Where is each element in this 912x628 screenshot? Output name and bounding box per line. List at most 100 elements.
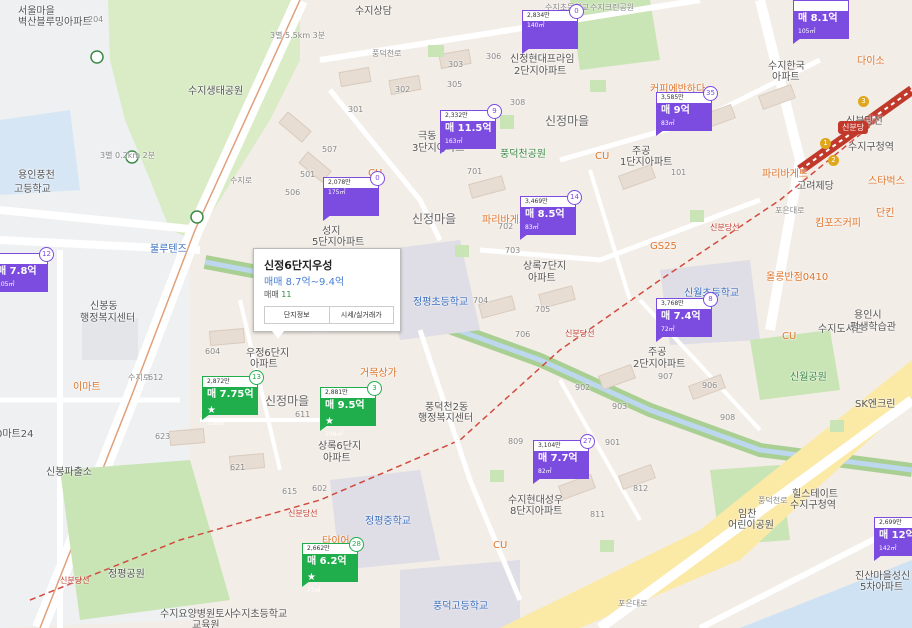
map-label: 거목상가 <box>360 368 397 379</box>
marker-price: 매 12억 <box>879 530 912 541</box>
map-label: 705 <box>535 305 551 314</box>
marker-area: 105㎡ <box>0 281 15 288</box>
map-label: 아파트 <box>528 273 556 284</box>
map-base-layer <box>0 0 912 628</box>
marker-body: 175㎡ <box>323 188 379 216</box>
marker-pointer <box>440 148 448 154</box>
map-label: 수지구청역 <box>790 500 836 511</box>
map-label: 교육원 <box>192 620 220 628</box>
emart-block <box>82 318 138 360</box>
map-label: 306 <box>486 52 502 61</box>
map-label: 스타벅스 <box>868 176 905 187</box>
marker-price: 매 9.5억 ★ <box>325 400 365 427</box>
price-history-button[interactable]: 시세/실거래가 <box>330 307 394 323</box>
map-canvas[interactable]: 서울마을 벽산블루밍아파트 204 수지상담 수지초등학교 수지크린공원 수지생태공원 3별 … <box>0 0 912 628</box>
marker-body: 매 9.5억 ★ 108㎡ <box>320 398 376 438</box>
map-label: 101 <box>671 168 687 177</box>
listing-marker[interactable]: 3,469만 매 8.5억 83㎡ 14 <box>520 190 582 240</box>
marker-unit-price: 2,699만 <box>874 517 912 528</box>
listing-marker[interactable]: 매 8.1억 105㎡ <box>793 0 849 44</box>
complex-info-button[interactable]: 단지정보 <box>265 307 330 323</box>
marker-body: 매 7.7억 82㎡ <box>533 451 589 479</box>
map-label: 301 <box>348 105 364 114</box>
station-exit-badge-1[interactable]: 1 <box>820 138 831 149</box>
marker-count-badge: 3 <box>367 381 382 396</box>
map-label: 0마트24 <box>0 429 34 440</box>
marker-count-badge: 14 <box>567 190 582 205</box>
map-label: 정평초등학교 <box>413 297 469 308</box>
map-label: 903 <box>612 402 628 411</box>
marker-price: 매 9억 <box>661 105 690 116</box>
map-label: CU <box>493 540 508 551</box>
marker-body: 매 8.5억 83㎡ <box>520 207 576 235</box>
map-label: 행정복지센터 <box>418 413 474 424</box>
marker-pointer <box>874 555 882 561</box>
listing-marker[interactable]: 2,699만 매 12억 142㎡ <box>874 517 912 561</box>
listing-marker[interactable]: 2,834만 140㎡ 0 <box>522 4 584 54</box>
marker-body: 매 8.1억 105㎡ <box>793 11 849 39</box>
marker-count-badge: 0 <box>370 171 385 186</box>
map-label: GS25 <box>650 241 677 252</box>
map-label: 604 <box>205 347 221 356</box>
listing-marker[interactable]: 2,881만 매 9.5억 ★ 108㎡ 3 <box>320 381 382 438</box>
map-label: 신월공원 <box>790 372 827 383</box>
map-label: 아파트 <box>250 359 278 370</box>
map-label: 신정마을 <box>265 394 310 408</box>
station-exit-badge-3[interactable]: 3 <box>858 96 869 107</box>
marker-pointer <box>323 215 331 221</box>
map-label: 정평공원 <box>108 569 145 580</box>
listing-marker[interactable]: 매 7.8억 105㎡ 12 <box>0 247 54 292</box>
marker-body: 140㎡ <box>522 21 578 49</box>
map-label: 704 <box>473 296 489 305</box>
map-label: 906 <box>702 381 718 390</box>
map-label: 평생학습관 <box>850 322 896 333</box>
popup-pointer-tail <box>272 331 284 339</box>
map-label: 3별 0.2km 2분 <box>100 151 156 160</box>
pungdeok-high-school-block <box>400 560 520 628</box>
listing-marker[interactable]: 2,332만 매 11.5억 163㎡ 9 <box>440 104 502 154</box>
map-label: 신분당선 <box>710 223 740 232</box>
map-label: 불루텐즈 <box>150 244 187 255</box>
marker-price: 매 7.8억 <box>0 266 37 277</box>
map-label: 706 <box>515 330 531 339</box>
map-label: 907 <box>658 372 674 381</box>
map-label: 611 <box>295 410 311 419</box>
listing-marker[interactable]: 3,768만 매 7.4억 72㎡ 8 <box>656 292 718 342</box>
listing-marker[interactable]: 3,104만 매 7.7억 82㎡ 27 <box>533 434 595 484</box>
popup-price-range: 매매 8.7억~9.4억 <box>264 277 345 288</box>
map-label: 303 <box>448 60 464 69</box>
map-label: 612 <box>148 373 164 382</box>
map-label: 623 <box>155 432 171 441</box>
map-label: 단킨 <box>876 208 895 219</box>
station-badge[interactable]: 신분당 <box>838 121 869 134</box>
listing-marker[interactable]: 2,078만 175㎡ 0 <box>323 171 385 221</box>
map-label: 신분당선 <box>60 576 90 585</box>
map-label: 501 <box>300 170 316 179</box>
map-label: 아파트 <box>772 72 800 83</box>
marker-count-badge: 27 <box>580 434 595 449</box>
marker-body: 매 7.75억 ★ 108㎡ <box>202 387 258 427</box>
listing-marker[interactable]: 3,585만 매 9억 83㎡ 35 <box>656 86 718 136</box>
route-badge-1 <box>90 50 104 64</box>
marker-area: 175㎡ <box>328 189 346 196</box>
map-label: SK엔크린 <box>855 399 896 410</box>
map-label: 204 <box>88 15 104 24</box>
map-label: 621 <box>230 463 246 472</box>
map-label: 고등학교 <box>14 184 51 195</box>
popup-listing-count: 매매 11 <box>264 289 291 300</box>
map-label: 이마트 <box>73 382 101 393</box>
station-exit-badge-2[interactable]: 2 <box>828 155 839 166</box>
complex-info-popup[interactable]: 신정6단지우성 매매 8.7억~9.4억 매매 11 단지정보 시세/실거래가 <box>253 248 401 339</box>
listing-marker[interactable]: 2,662만 매 6.2억 ★ 77㎡ 28 <box>302 537 364 594</box>
map-label: 수지로 <box>128 373 151 382</box>
marker-price: 매 8.1억 <box>798 13 838 24</box>
map-label: 702 <box>498 222 514 231</box>
map-label: 2단지아파트 <box>633 359 686 370</box>
popup-listing-label: 매매 <box>264 290 279 299</box>
popup-button-group: 단지정보 시세/실거래가 <box>264 306 394 324</box>
marker-area: 108㎡ <box>207 420 225 427</box>
listing-marker[interactable]: 2,872만 매 7.75억 ★ 108㎡ 13 <box>202 370 264 427</box>
map-label: 수지상담 <box>355 6 392 17</box>
marker-pointer <box>533 478 541 484</box>
map-label: 신분당선 <box>288 509 318 518</box>
